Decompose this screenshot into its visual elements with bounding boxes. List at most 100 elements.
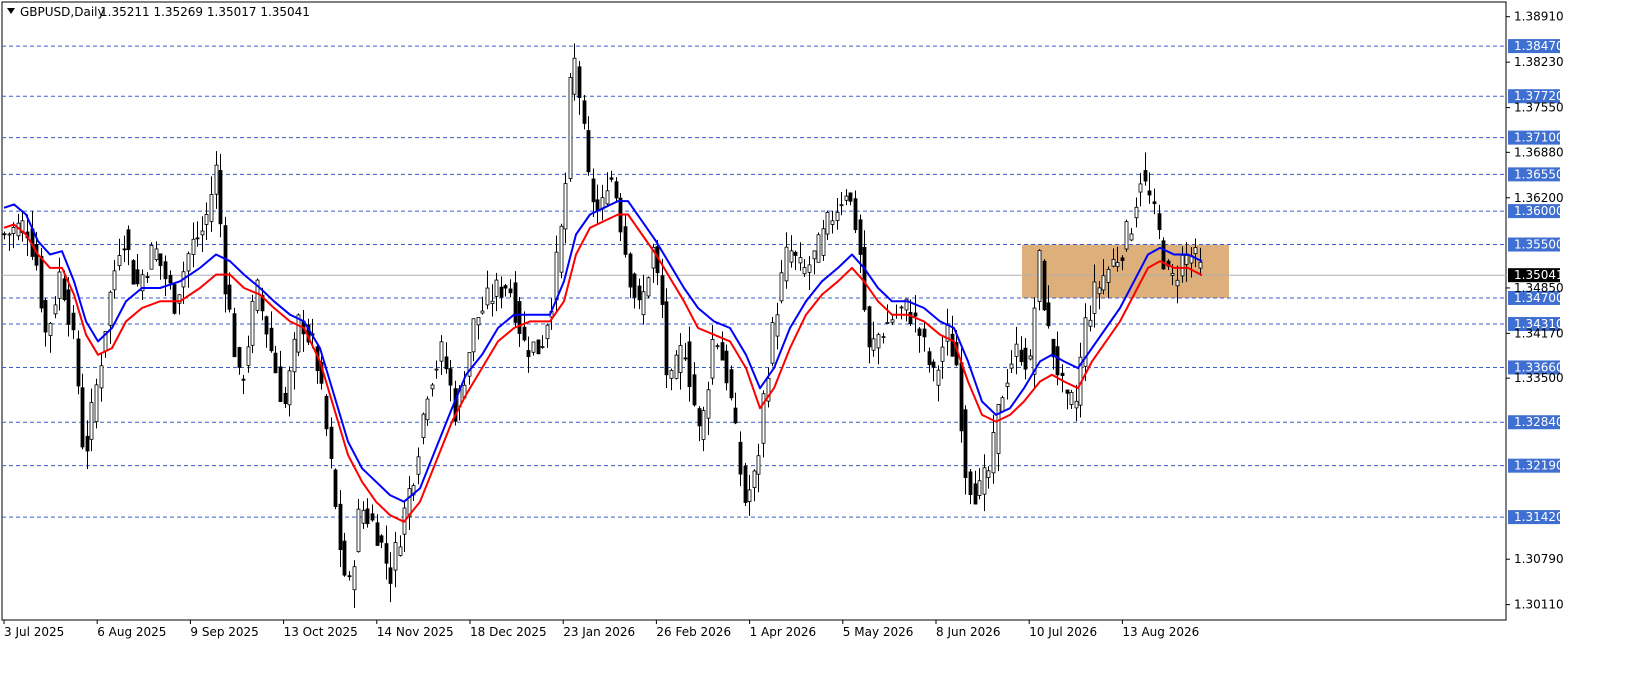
candle-bear bbox=[595, 199, 600, 212]
candle-bull bbox=[1193, 247, 1198, 255]
candle-bull bbox=[471, 318, 476, 353]
candle-bear bbox=[329, 426, 334, 460]
candle-bull bbox=[835, 211, 840, 221]
x-tick-label: 10 Jul 2026 bbox=[1029, 625, 1097, 639]
level-label: 1.36000 bbox=[1514, 204, 1564, 218]
candle-bear bbox=[508, 288, 513, 294]
candle-bear bbox=[85, 435, 90, 452]
candle-bull bbox=[646, 277, 651, 297]
level-label: 1.32190 bbox=[1514, 459, 1564, 473]
candle-bear bbox=[1046, 302, 1051, 327]
candle-bear bbox=[738, 441, 743, 475]
candle-bear bbox=[1157, 213, 1162, 230]
candle-bear bbox=[388, 567, 393, 584]
candle-bull bbox=[7, 233, 12, 236]
candle-bull bbox=[490, 300, 495, 304]
candle-bear bbox=[1161, 240, 1166, 270]
candle-bull bbox=[1014, 343, 1019, 357]
candle-bear bbox=[963, 409, 968, 478]
candle-bull bbox=[494, 279, 499, 297]
candle-bear bbox=[793, 251, 798, 256]
candle-bull bbox=[1092, 281, 1097, 314]
candle-bull bbox=[710, 338, 715, 379]
candle-bear bbox=[273, 352, 278, 374]
candle-bull bbox=[99, 365, 104, 389]
candle-bull bbox=[476, 317, 481, 326]
level-label: 1.37100 bbox=[1514, 131, 1564, 145]
candle-bear bbox=[692, 374, 697, 406]
candle-bear bbox=[278, 366, 283, 403]
candle-bear bbox=[591, 178, 596, 203]
candle-bull bbox=[204, 214, 209, 225]
candle-bear bbox=[347, 575, 352, 578]
candle-bear bbox=[158, 253, 163, 267]
candle-bull bbox=[1088, 319, 1093, 327]
candle-bull bbox=[1134, 206, 1139, 219]
candle-bull bbox=[1170, 273, 1175, 276]
candle-bear bbox=[195, 237, 200, 240]
candle-bull bbox=[439, 341, 444, 362]
candle-bear bbox=[1042, 260, 1047, 311]
candle-bull bbox=[416, 456, 421, 475]
candle-bear bbox=[513, 282, 518, 323]
y-tick-label: 1.34170 bbox=[1514, 326, 1564, 340]
ohlc-values: 1.35211 1.35269 1.35017 1.35041 bbox=[100, 5, 310, 19]
candle-bull bbox=[1069, 392, 1074, 405]
candle-bull bbox=[11, 227, 16, 234]
candle-bull bbox=[480, 310, 485, 314]
candle-bull bbox=[839, 204, 844, 207]
plot-frame bbox=[1, 1, 1507, 621]
candle-bull bbox=[1009, 363, 1014, 369]
candle-bull bbox=[825, 212, 830, 235]
candle-bear bbox=[959, 362, 964, 432]
candle-bull bbox=[977, 480, 982, 496]
candle-bear bbox=[913, 312, 918, 317]
candle-bull bbox=[191, 238, 196, 255]
candle-bull bbox=[89, 402, 94, 440]
candle-bear bbox=[1147, 190, 1152, 196]
candle-bear bbox=[637, 285, 642, 301]
candle-bull bbox=[986, 470, 991, 478]
candle-bear bbox=[379, 535, 384, 543]
x-tick-label: 26 Feb 2026 bbox=[656, 625, 731, 639]
candle-bull bbox=[1198, 261, 1203, 269]
candle-bull bbox=[715, 345, 720, 348]
x-tick-label: 23 Jan 2026 bbox=[563, 625, 635, 639]
candle-bull bbox=[57, 271, 62, 299]
candle-bull bbox=[752, 470, 757, 488]
candle-bull bbox=[881, 336, 886, 338]
candle-bull bbox=[421, 413, 426, 439]
candle-bull bbox=[48, 323, 53, 336]
candle-bull bbox=[117, 255, 122, 267]
candle-bull bbox=[807, 264, 812, 273]
candle-bear bbox=[582, 100, 587, 124]
candle-bear bbox=[232, 313, 237, 358]
candle-bull bbox=[605, 190, 610, 205]
candle-bull bbox=[287, 370, 292, 406]
candle-bull bbox=[1124, 221, 1129, 250]
candle-bear bbox=[145, 276, 150, 278]
candle-bear bbox=[586, 130, 591, 173]
candle-bull bbox=[1037, 249, 1042, 303]
candle-bull bbox=[802, 267, 807, 275]
candle-bull bbox=[789, 250, 794, 263]
candle-bear bbox=[632, 273, 637, 298]
candle-bear bbox=[577, 66, 582, 98]
candle-bull bbox=[568, 77, 573, 179]
candle-bear bbox=[237, 347, 242, 368]
candle-bear bbox=[908, 311, 913, 325]
candle-bear bbox=[526, 350, 531, 358]
candle-bull bbox=[246, 346, 251, 366]
candle-bull bbox=[1028, 355, 1033, 360]
candle-bear bbox=[858, 219, 863, 255]
candle-bull bbox=[885, 321, 890, 324]
candle-bear bbox=[172, 284, 177, 314]
candle-bear bbox=[2, 233, 7, 236]
candle-bear bbox=[1060, 372, 1065, 376]
zone-rect bbox=[1022, 244, 1229, 298]
candle-bull bbox=[356, 508, 361, 553]
candle-bear bbox=[71, 312, 76, 331]
candle-bear bbox=[375, 522, 380, 546]
candle-bear bbox=[950, 333, 955, 357]
candle-bull bbox=[674, 354, 679, 379]
